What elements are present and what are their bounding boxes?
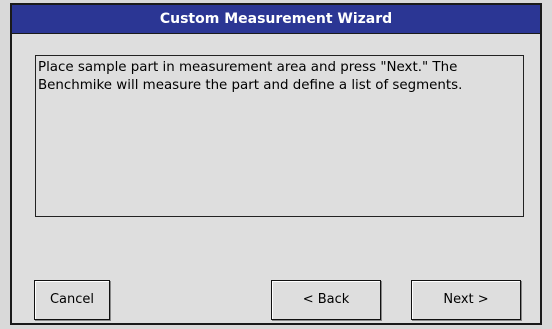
- wizard-dialog: Custom Measurement Wizard Place sample p…: [10, 3, 542, 325]
- instruction-text: Place sample part in measurement area an…: [35, 55, 524, 217]
- next-button[interactable]: Next >: [411, 280, 521, 320]
- dialog-title: Custom Measurement Wizard: [12, 5, 540, 34]
- cancel-button[interactable]: Cancel: [34, 280, 110, 320]
- back-button[interactable]: < Back: [271, 280, 381, 320]
